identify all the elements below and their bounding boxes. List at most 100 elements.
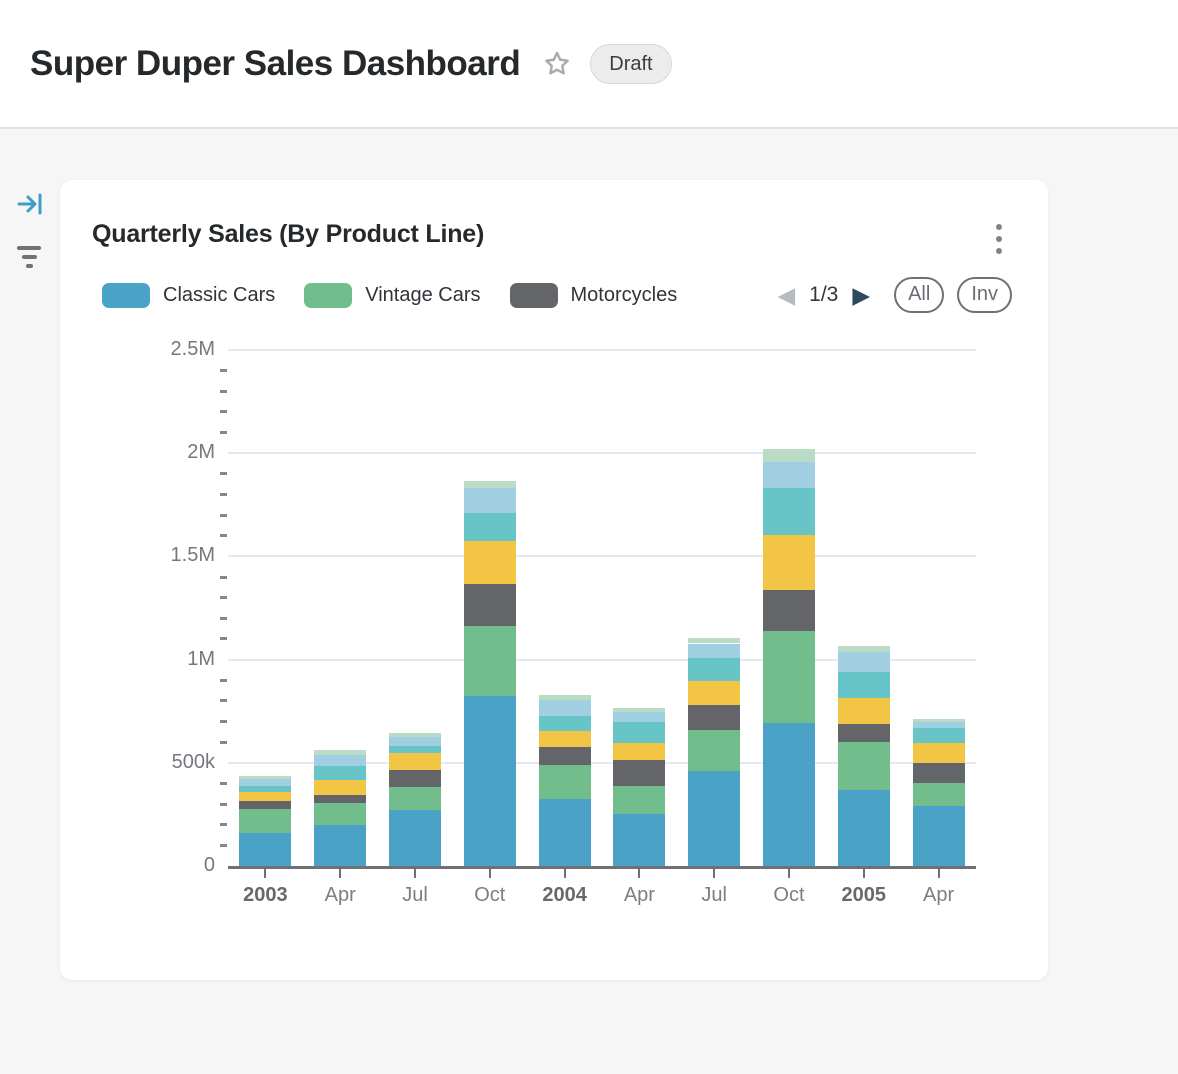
bar-segment[interactable] — [314, 780, 366, 795]
y-gridline-2M — [228, 452, 976, 454]
bar-segment[interactable] — [913, 763, 965, 783]
bar-segment[interactable] — [314, 766, 366, 780]
y-gridline-1.5M — [228, 555, 976, 557]
bar-segment[interactable] — [913, 783, 965, 806]
bar-segment[interactable] — [688, 681, 740, 705]
bar-segment[interactable] — [314, 825, 366, 866]
bar-segment[interactable] — [389, 753, 441, 770]
bar-segment[interactable] — [239, 833, 291, 866]
bar-segment[interactable] — [613, 743, 665, 760]
y-axis-label-0: 0 — [60, 854, 215, 877]
bar-segment[interactable] — [464, 584, 516, 626]
y-minor-tick — [220, 803, 227, 806]
bar-segment[interactable] — [539, 747, 591, 765]
bar-segment[interactable] — [539, 695, 591, 700]
bar-segment[interactable] — [464, 696, 516, 866]
x-axis-label-2005: 2005 — [826, 884, 901, 907]
bar-segment[interactable] — [613, 708, 665, 712]
favorite-star-button[interactable] — [542, 49, 572, 79]
y-minor-tick — [220, 472, 227, 475]
filter-lines-icon — [17, 246, 41, 250]
bar-segment[interactable] — [763, 535, 815, 590]
bar-segment[interactable] — [763, 631, 815, 723]
bar-segment[interactable] — [763, 488, 815, 535]
x-axis-label-Apr: Apr — [303, 884, 378, 907]
bar-segment[interactable] — [389, 737, 441, 746]
bar-segment[interactable] — [763, 723, 815, 866]
bar-segment[interactable] — [913, 722, 965, 728]
bar-segment[interactable] — [613, 786, 665, 814]
y-minor-tick — [220, 679, 227, 682]
bar-segment[interactable] — [838, 646, 890, 652]
bar-segment[interactable] — [539, 765, 591, 798]
bar-segment[interactable] — [389, 810, 441, 866]
bar-segment[interactable] — [838, 698, 890, 724]
bar-segment[interactable] — [913, 743, 965, 763]
x-axis-tick — [489, 869, 491, 878]
bar-segment[interactable] — [314, 803, 366, 825]
bar-segment[interactable] — [314, 750, 366, 754]
bar-segment[interactable] — [389, 733, 441, 737]
expand-panel-button[interactable] — [16, 191, 44, 220]
arrow-to-right-icon — [16, 191, 44, 217]
bar-segment[interactable] — [539, 731, 591, 747]
bar-segment[interactable] — [688, 638, 740, 644]
bar-segment[interactable] — [613, 722, 665, 744]
y-minor-tick — [220, 410, 227, 413]
bar-segment[interactable] — [314, 755, 366, 766]
bar-segment[interactable] — [613, 814, 665, 866]
bar-segment[interactable] — [539, 700, 591, 717]
bar-segment[interactable] — [688, 705, 740, 731]
bar-segment[interactable] — [539, 716, 591, 731]
bar-segment[interactable] — [239, 801, 291, 809]
x-axis-tick — [414, 869, 416, 878]
bar-segment[interactable] — [239, 809, 291, 833]
bar-segment[interactable] — [838, 672, 890, 698]
page-title: Super Duper Sales Dashboard — [30, 44, 520, 84]
bar-segment[interactable] — [464, 541, 516, 584]
bar-segment[interactable] — [913, 806, 965, 866]
bar-segment[interactable] — [838, 742, 890, 790]
bar-segment[interactable] — [763, 449, 815, 461]
bar-segment[interactable] — [464, 481, 516, 488]
bar-segment[interactable] — [688, 658, 740, 681]
bar-segment[interactable] — [239, 776, 291, 779]
filter-button[interactable] — [16, 246, 42, 268]
bar-segment[interactable] — [913, 719, 965, 723]
app-header: Super Duper Sales Dashboard Draft — [0, 0, 1178, 129]
bar-segment[interactable] — [464, 513, 516, 541]
bar-segment[interactable] — [389, 770, 441, 787]
x-axis-tick — [863, 869, 865, 878]
bar-segment[interactable] — [763, 590, 815, 631]
y-minor-tick — [220, 534, 227, 537]
y-axis-label-1M: 1M — [60, 648, 215, 671]
y-axis-label-2.5M: 2.5M — [60, 338, 215, 361]
bar-segment[interactable] — [688, 730, 740, 771]
bar-segment[interactable] — [838, 724, 890, 742]
bar-segment[interactable] — [539, 799, 591, 866]
x-axis-label-Apr: Apr — [901, 884, 976, 907]
bar-segment[interactable] — [464, 488, 516, 513]
x-axis-label-Oct: Oct — [752, 884, 827, 907]
bar-segment[interactable] — [314, 795, 366, 803]
bar-segment[interactable] — [913, 728, 965, 743]
bar-segment[interactable] — [239, 786, 291, 793]
bar-segment[interactable] — [613, 760, 665, 786]
bar-segment[interactable] — [838, 790, 890, 866]
y-gridline-2.5M — [228, 349, 976, 351]
bar-segment[interactable] — [688, 644, 740, 658]
bar-segment[interactable] — [613, 712, 665, 721]
x-axis-tick — [264, 869, 266, 878]
bar-segment[interactable] — [239, 792, 291, 801]
y-minor-tick — [220, 699, 227, 702]
bar-segment[interactable] — [389, 787, 441, 810]
status-badge: Draft — [590, 44, 671, 84]
bar-segment[interactable] — [763, 462, 815, 489]
y-minor-tick — [220, 720, 227, 723]
y-minor-tick — [220, 390, 227, 393]
bar-segment[interactable] — [239, 779, 291, 786]
bar-segment[interactable] — [389, 746, 441, 753]
bar-segment[interactable] — [838, 652, 890, 672]
bar-segment[interactable] — [688, 771, 740, 866]
bar-segment[interactable] — [464, 626, 516, 696]
